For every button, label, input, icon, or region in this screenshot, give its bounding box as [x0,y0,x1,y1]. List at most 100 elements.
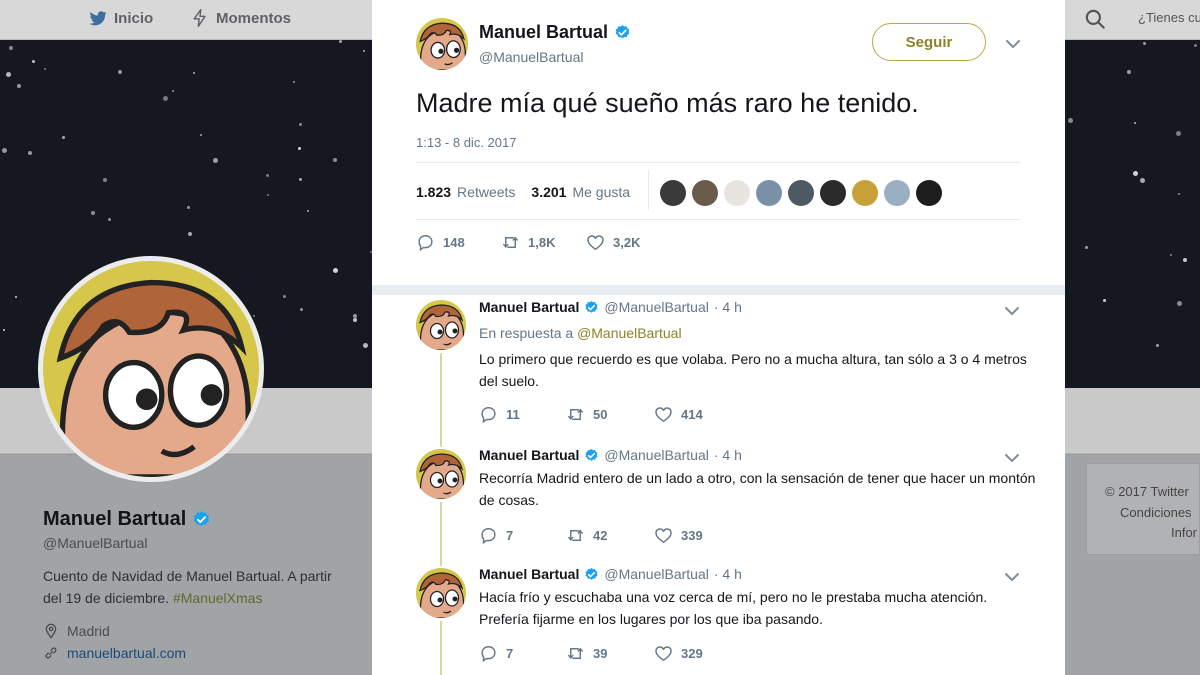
profile-bio: Cuento de Navidad de Manuel Bartual. A p… [43,565,343,609]
reply-time[interactable]: · 4 h [714,447,742,463]
retweets-label[interactable]: Retweets [457,184,515,200]
liker-avatar[interactable] [660,180,686,206]
retweets-count[interactable]: 1.823 [416,184,451,200]
tweet-author-handle[interactable]: @ManuelBartual [479,49,584,65]
reply-tweet[interactable]: Manuel Bartual @ManuelBartual · 4 h En r… [372,295,1065,439]
tweet-author-name: Manuel Bartual [479,22,609,42]
likes-label[interactable]: Me gusta [572,184,630,200]
banner-snowflake [103,178,107,182]
thread-line [440,502,442,558]
reply-header: Manuel Bartual @ManuelBartual · 4 h [479,447,742,463]
banner-snowflake [333,158,337,162]
reply-avatar[interactable] [416,300,466,350]
search-icon[interactable] [1082,6,1108,32]
profile-hashtag[interactable]: #ManuelXmas [173,590,263,606]
profile-name-row: Manuel Bartual [43,508,343,531]
likers-avatars [660,180,942,206]
reply-author-handle[interactable]: @ManuelBartual [604,447,709,463]
reply-avatar[interactable] [416,568,466,618]
retweet-icon [566,405,585,424]
retweet-action[interactable]: 1,8K [501,233,586,252]
retweet-action[interactable]: 39 [566,644,654,663]
reply-action[interactable]: 148 [416,233,501,252]
reply-author-name[interactable]: Manuel Bartual [479,299,579,315]
liker-avatar[interactable] [852,180,878,206]
chevron-down-icon[interactable] [1004,572,1020,582]
liker-avatar[interactable] [916,180,942,206]
banner-snowflake [333,268,338,273]
like-action[interactable]: 3,2K [586,233,640,252]
footer-conditions-link[interactable]: Condiciones [1120,505,1192,520]
reply-author-name[interactable]: Manuel Bartual [479,566,579,582]
like-action[interactable]: 329 [654,644,703,663]
chevron-down-icon[interactable] [1004,306,1020,316]
reply-author-handle[interactable]: @ManuelBartual [604,299,709,315]
nav-moments[interactable]: Momentos [190,8,291,28]
tweet-author-avatar[interactable] [416,18,468,70]
reply-time[interactable]: · 4 h [714,566,742,582]
reply-action[interactable]: 11 [479,405,566,424]
profile-website: manuelbartual.com [43,645,343,661]
nav-moments-label: Momentos [216,9,291,27]
like-action[interactable]: 414 [654,405,703,424]
like-count: 339 [681,528,703,543]
banner-snowflake [2,148,7,153]
like-action[interactable]: 339 [654,526,703,545]
banner-snowflake [1127,70,1131,74]
nav-home[interactable]: Inicio [88,8,153,28]
chevron-down-icon[interactable] [1005,39,1021,49]
footer-info-link[interactable]: Infor [1171,525,1197,540]
reply-author-handle[interactable]: @ManuelBartual [604,566,709,582]
banner-snowflake [266,174,269,177]
liker-avatar[interactable] [756,180,782,206]
banner-snowflake [1140,178,1145,183]
liker-avatar[interactable] [884,180,910,206]
banner-snowflake [267,194,269,196]
banner-snowflake [118,70,122,74]
verified-icon [584,300,599,315]
reply-avatar[interactable] [416,449,466,499]
liker-avatar[interactable] [788,180,814,206]
retweet-action[interactable]: 42 [566,526,654,545]
thread-line [440,558,442,566]
reply-time[interactable]: · 4 h [714,299,742,315]
follow-button[interactable]: Seguir [872,23,986,61]
heart-icon [654,526,673,545]
liker-avatar[interactable] [820,180,846,206]
banner-snowflake [1183,258,1187,262]
liker-avatar[interactable] [724,180,750,206]
banner-snowflake [6,72,11,77]
banner-snowflake [32,60,35,63]
reply-text: Recorría Madrid entero de un lado a otro… [479,470,1036,508]
in-reply-to-handle[interactable]: @ManuelBartual [577,325,682,341]
reply-tweet[interactable]: Manuel Bartual @ManuelBartual · 4 h Hací… [372,558,1065,675]
banner-snowflake [200,134,202,136]
banner-snowflake [363,50,365,52]
nav-right-text[interactable]: ¿Tienes cu [1138,10,1200,25]
reply-action[interactable]: 7 [479,526,566,545]
banner-snowflake [1177,301,1182,306]
divider [648,170,649,210]
profile-website-link[interactable]: manuelbartual.com [67,645,186,661]
liker-avatar[interactable] [692,180,718,206]
reply-count: 7 [506,528,514,543]
banner-snowflake [307,210,309,212]
tweet-timestamp[interactable]: 1:13 - 8 dic. 2017 [416,135,516,150]
tweet-actions: 148 1,8K 3,2K [416,233,640,252]
reply-author-name[interactable]: Manuel Bartual [479,447,579,463]
banner-snowflake [108,218,111,221]
retweet-action[interactable]: 50 [566,405,654,424]
heart-icon [654,644,673,663]
reply-tweet[interactable]: Manuel Bartual @ManuelBartual · 4 h Reco… [372,439,1065,558]
reply-icon [416,233,435,252]
tweet-author-name-row[interactable]: Manuel Bartual [479,22,631,43]
reply-action[interactable]: 7 [479,644,566,663]
banner-snowflake [172,90,174,92]
chevron-down-icon[interactable] [1004,453,1020,463]
profile-avatar[interactable] [38,256,264,482]
banner-snowflake [353,318,357,322]
banner-snowflake [3,329,5,331]
profile-name: Manuel Bartual [43,508,187,530]
tweet-text: Madre mía qué sueño más raro he tenido. [416,88,919,118]
likes-count[interactable]: 3.201 [531,184,566,200]
